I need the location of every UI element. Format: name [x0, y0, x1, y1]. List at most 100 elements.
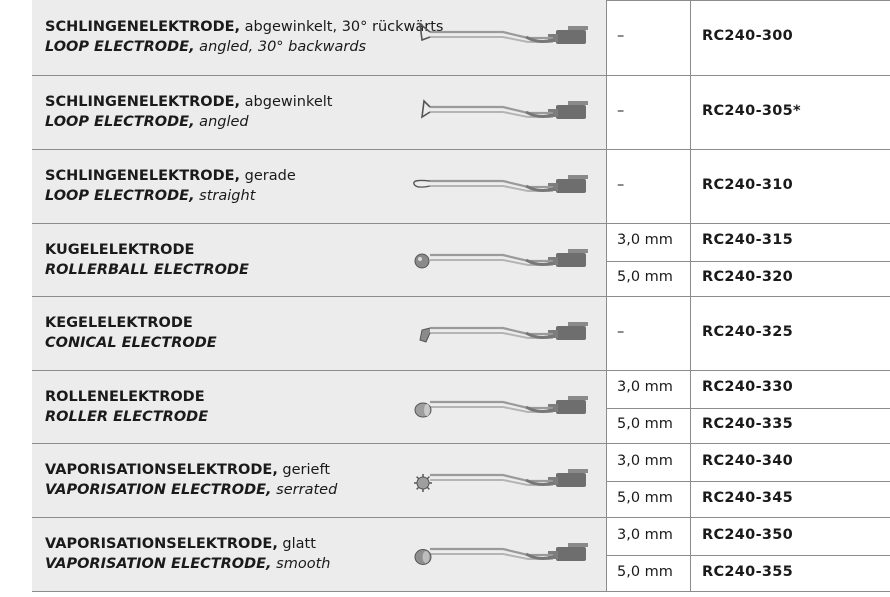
diameter-value: 5,0 mm [617, 268, 673, 285]
name-german: KUGELELEKTRODE [45, 240, 249, 260]
name-english-detail: angled, 30° backwards [194, 39, 367, 55]
diameter-value: – [617, 177, 625, 193]
instrument-figure [408, 388, 598, 432]
diameter-value: – [617, 28, 625, 44]
name-german-detail: gerade [240, 168, 296, 184]
name-english-bold: CONICAL ELECTRODE [45, 335, 217, 351]
description-cell: ROLLENELEKTRODE ROLLER ELECTRODE [32, 371, 606, 444]
name-english-detail: serrated [271, 482, 338, 498]
table-row: SCHLINGENELEKTRODE, gerade LOOP ELECTRODE… [32, 150, 890, 224]
row-divider [32, 591, 890, 592]
name-german-bold: ROLLENELEKTRODE [45, 388, 205, 405]
electrode-serrated-illustration [414, 469, 588, 492]
article-number: RC240-330 [702, 379, 794, 396]
electrode-catalog-table: SCHLINGENELEKTRODE, abgewinkelt, 30° rüc… [32, 0, 890, 597]
product-name: VAPORISATIONSELEKTRODE, glatt VAPORISATIO… [45, 534, 330, 574]
name-german: SCHLINGENELEKTRODE, abgewinkelt [45, 92, 332, 112]
diameter-value: 5,0 mm [617, 415, 673, 432]
table-row: KUGELELEKTRODE ROLLERBALL ELECTRODE 3,0 mm… [32, 224, 890, 297]
instrument-figure [408, 18, 598, 62]
name-german: VAPORISATIONSELEKTRODE, gerieft [45, 460, 337, 480]
electrode-roller-illustration [414, 395, 588, 417]
product-name: SCHLINGENELEKTRODE, abgewinkelt, 30° rüc… [45, 17, 443, 57]
name-german: SCHLINGENELEKTRODE, gerade [45, 166, 296, 186]
name-english: ROLLER ELECTRODE [45, 407, 208, 427]
name-german-bold: KUGELELEKTRODE [45, 241, 195, 258]
table-row: VAPORISATIONSELEKTRODE, gerieft VAPORISAT… [32, 444, 890, 518]
diameter-value: 3,0 mm [617, 232, 673, 249]
name-german: ROLLENELEKTRODE [45, 387, 208, 407]
article-number: RC240-300 [702, 28, 794, 44]
column-divider-diameter [606, 0, 607, 592]
variant-divider [607, 555, 890, 556]
name-english-bold: LOOP ELECTRODE, [45, 188, 195, 204]
name-english-detail: straight [194, 188, 256, 204]
name-german: SCHLINGENELEKTRODE, abgewinkelt, 30° rüc… [45, 17, 443, 37]
description-cell: VAPORISATIONSELEKTRODE, gerieft VAPORISAT… [32, 444, 606, 518]
name-english-bold: LOOP ELECTRODE, [45, 39, 195, 55]
product-name: VAPORISATIONSELEKTRODE, gerieft VAPORISAT… [45, 460, 337, 500]
instrument-figure [408, 535, 598, 579]
article-number: RC240-355 [702, 563, 794, 580]
article-number: RC240-340 [702, 452, 794, 469]
description-cell: SCHLINGENELEKTRODE, abgewinkelt, 30° rüc… [32, 0, 606, 76]
name-english: LOOP ELECTRODE, angled [45, 112, 332, 132]
electrode-cone-illustration [419, 322, 588, 343]
product-name: SCHLINGENELEKTRODE, gerade LOOP ELECTRODE… [45, 166, 296, 206]
table-row: SCHLINGENELEKTRODE, abgewinkelt, 30° rüc… [32, 0, 890, 76]
instrument-figure [408, 93, 598, 137]
table-row: KEGELELEKTRODE CONICAL ELECTRODE – RC240-32… [32, 297, 890, 371]
article-number: RC240-305* [702, 103, 801, 119]
name-english-bold: ROLLERBALL ELECTRODE [45, 261, 249, 278]
name-english: VAPORISATION ELECTRODE, serrated [45, 480, 337, 500]
variant-divider [607, 407, 890, 409]
description-cell: KUGELELEKTRODE ROLLERBALL ELECTRODE [32, 224, 606, 297]
article-number: RC240-320 [702, 268, 794, 285]
electrode-loop-angled-illustration [420, 99, 588, 119]
article-number: RC240-325 [702, 324, 794, 340]
table-row: VAPORISATIONSELEKTRODE, glatt VAPORISATIO… [32, 518, 890, 592]
name-english: VAPORISATION ELECTRODE, smooth [45, 554, 330, 574]
article-number: RC240-350 [702, 526, 794, 543]
article-number: RC240-345 [702, 489, 794, 506]
electrode-loop-straight-illustration [413, 175, 588, 193]
product-name: KEGELELEKTRODE CONICAL ELECTRODE [45, 313, 217, 353]
instrument-figure [408, 241, 598, 285]
description-cell: KEGELELEKTRODE CONICAL ELECTRODE [32, 297, 606, 371]
name-german-bold: SCHLINGENELEKTRODE, [45, 168, 241, 184]
name-english: LOOP ELECTRODE, angled, 30° backwards [45, 37, 443, 57]
name-english-detail: angled [194, 114, 249, 130]
instrument-figure [408, 461, 598, 505]
description-cell: VAPORISATIONSELEKTRODE, glatt VAPORISATIO… [32, 518, 606, 592]
diameter-value: 3,0 mm [617, 379, 673, 396]
description-cell: SCHLINGENELEKTRODE, abgewinkelt LOOP ELEC… [32, 76, 606, 150]
name-english: CONICAL ELECTRODE [45, 333, 217, 353]
table-row: SCHLINGENELEKTRODE, abgewinkelt LOOP ELEC… [32, 76, 890, 150]
column-divider-article [690, 0, 691, 592]
electrode-loop-angled-back-illustration [418, 22, 588, 44]
diameter-value: – [617, 103, 625, 119]
diameter-value: 3,0 mm [617, 452, 673, 469]
name-german-bold: SCHLINGENELEKTRODE, [45, 94, 241, 110]
name-german-bold: VAPORISATIONSELEKTRODE, [45, 462, 278, 478]
name-english-detail: smooth [271, 556, 331, 572]
diameter-value: 5,0 mm [617, 563, 673, 580]
description-cell: SCHLINGENELEKTRODE, gerade LOOP ELECTRODE… [32, 150, 606, 224]
name-german-detail: glatt [277, 536, 316, 552]
name-german: VAPORISATIONSELEKTRODE, glatt [45, 534, 330, 554]
name-english-bold: VAPORISATION ELECTRODE, [45, 482, 272, 498]
name-german-bold: SCHLINGENELEKTRODE, [45, 19, 241, 35]
instrument-figure [408, 167, 598, 211]
electrode-ball-illustration [414, 248, 588, 268]
name-german-bold: KEGELELEKTRODE [45, 315, 193, 331]
article-number: RC240-315 [702, 232, 794, 249]
name-german-bold: VAPORISATIONSELEKTRODE, [45, 536, 278, 552]
diameter-value: – [617, 324, 625, 340]
table-row: ROLLENELEKTRODE ROLLER ELECTRODE 3,0 mm RC2… [32, 371, 890, 444]
name-english-bold: VAPORISATION ELECTRODE, [45, 556, 272, 572]
article-number: RC240-310 [702, 177, 794, 193]
name-english-bold: ROLLER ELECTRODE [45, 408, 209, 425]
product-name: ROLLENELEKTRODE ROLLER ELECTRODE [45, 387, 208, 427]
name-german-detail: gerieft [277, 462, 331, 478]
variant-divider [607, 481, 890, 482]
